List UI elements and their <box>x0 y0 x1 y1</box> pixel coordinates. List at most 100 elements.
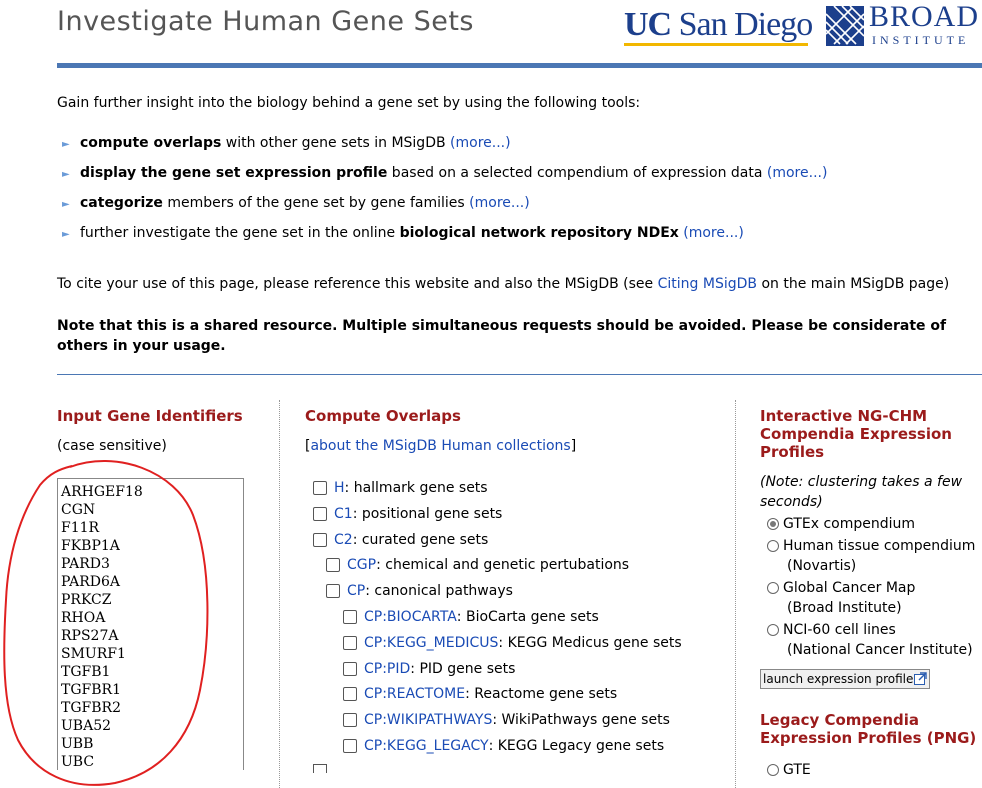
tool-text: with other gene sets in MSigDB <box>221 135 451 151</box>
collection-checkbox[interactable] <box>343 661 357 676</box>
collection-item[interactable]: CGP: chemical and genetic pertubations <box>326 557 629 573</box>
column-separator <box>279 400 280 788</box>
collection-label: : canonical pathways <box>365 583 513 600</box>
collection-code-link[interactable]: H <box>334 480 345 496</box>
tool-item-compute-overlaps: ► compute overlaps with other gene sets i… <box>62 133 827 163</box>
collection-item[interactable]: CP:REACTOME: Reactome gene sets <box>343 686 617 702</box>
clustering-note: (Note: clustering takes a few seconds) <box>760 474 963 510</box>
more-link[interactable]: (more...) <box>450 135 511 151</box>
input-genes-title: Input Gene Identifiers <box>57 407 243 425</box>
collection-checkbox[interactable] <box>343 713 357 728</box>
partial-checkbox[interactable] <box>313 764 327 773</box>
tools-list: ► compute overlaps with other gene sets i… <box>62 133 827 253</box>
column-separator <box>735 400 736 788</box>
tool-text: based on a selected compendium of expres… <box>387 165 767 181</box>
compendium-sublabel: (Novartis) <box>787 558 857 574</box>
compendium-option[interactable]: NCI-60 cell lines (National Cancer Instit… <box>767 620 973 660</box>
radio-button[interactable] <box>767 540 779 552</box>
collection-checkbox[interactable] <box>326 584 340 599</box>
radio-button[interactable] <box>767 764 779 776</box>
collection-checkbox[interactable] <box>343 610 357 624</box>
collection-code-link[interactable]: CP <box>347 583 365 599</box>
broad-logo-text[interactable]: BROAD <box>869 0 979 34</box>
gene-identifier-line: TGFBR2 <box>61 700 121 716</box>
collection-item[interactable]: CP:WIKIPATHWAYS: WikiPathways gene sets <box>343 712 670 728</box>
collection-code-link[interactable]: CP:REACTOME <box>364 686 465 702</box>
gene-identifier-line: UBB <box>61 736 94 752</box>
legacy-profiles-title: Legacy Compendia Expression Profiles (PN… <box>760 711 977 747</box>
tool-bold-label: categorize <box>80 195 163 211</box>
compute-overlaps-title: Compute Overlaps <box>305 407 461 425</box>
bullet-arrow-icon: ► <box>62 229 70 240</box>
radio-button[interactable] <box>767 582 779 594</box>
more-link[interactable]: (more...) <box>683 225 744 241</box>
gene-identifiers-textarea[interactable]: ARHGEF18 CGN F11R FKBP1A PARD3 PARD6A PRKCZ RHO… <box>57 478 244 770</box>
compendium-option[interactable]: Global Cancer Map (Broad Institute) <box>767 578 915 618</box>
gene-identifier-line: PARD3 <box>61 556 110 572</box>
launch-expression-profile-button[interactable]: launch expression profile <box>760 669 931 689</box>
collection-code-link[interactable]: CP:WIKIPATHWAYS <box>364 712 492 728</box>
collection-item[interactable]: CP:KEGG_LEGACY: KEGG Legacy gene sets <box>343 738 664 754</box>
cite-pre: To cite your use of this page, please re… <box>57 276 658 292</box>
tool-item-expression-profile: ► display the gene set expression profile… <box>62 163 827 193</box>
compendium-sublabel: (Broad Institute) <box>787 600 902 616</box>
collection-item[interactable]: C1: positional gene sets <box>313 506 502 522</box>
ucsd-logo[interactable]: UC San Diego <box>624 2 814 48</box>
collection-checkbox[interactable] <box>313 481 327 495</box>
compendium-option[interactable]: GTEx compendium <box>767 514 915 534</box>
collection-code-link[interactable]: C1 <box>334 506 353 522</box>
gene-identifier-line: FKBP1A <box>61 538 120 554</box>
collection-item[interactable]: CP:BIOCARTA: BioCarta gene sets <box>343 609 599 625</box>
legacy-radio-partial[interactable]: GTE <box>767 762 811 778</box>
gene-identifier-line: ARHGEF18 <box>61 484 143 500</box>
collection-code-link[interactable]: CP:BIOCARTA <box>364 609 457 625</box>
collection-item[interactable]: CP:PID: PID gene sets <box>343 661 515 677</box>
tool-item-categorize: ► categorize members of the gene set by g… <box>62 193 827 223</box>
bullet-arrow-icon: ► <box>62 169 70 180</box>
collection-code-link[interactable]: C2 <box>334 532 353 548</box>
more-link[interactable]: (more...) <box>767 165 828 181</box>
collection-code-link[interactable]: CGP <box>347 557 376 573</box>
ucsd-logo-rest: San Diego <box>671 6 814 43</box>
collection-checkbox[interactable] <box>343 635 357 650</box>
compendium-option[interactable]: Human tissue compendium (Novartis) <box>767 536 975 576</box>
collection-label: : hallmark gene sets <box>344 480 488 496</box>
launch-button-label: launch expression profile <box>763 672 914 686</box>
radio-button[interactable] <box>767 624 779 636</box>
cite-text: To cite your use of this page, please re… <box>57 276 949 292</box>
collection-checkbox[interactable] <box>313 506 327 521</box>
tool-text: members of the gene set by gene families <box>162 195 470 211</box>
collection-label: : chemical and genetic pertubations <box>376 557 630 574</box>
more-link[interactable]: (more...) <box>469 195 530 211</box>
ucsd-logo-underline <box>624 43 809 46</box>
collection-code-link[interactable]: CP:KEGG_MEDICUS <box>364 635 498 651</box>
collection-checkbox[interactable] <box>326 558 340 573</box>
collection-label: : WikiPathways gene sets <box>492 712 670 729</box>
header-divider <box>57 63 982 68</box>
collection-checkbox[interactable] <box>343 687 357 702</box>
gene-identifier-line: PARD6A <box>61 574 121 590</box>
broad-logo-mark-icon[interactable] <box>826 6 864 46</box>
collection-code-link[interactable]: CP:PID <box>364 661 410 677</box>
ucsd-logo-uc: UC <box>624 6 672 43</box>
gene-identifier-line: F11R <box>61 520 100 536</box>
collection-item[interactable]: CP:KEGG_MEDICUS: KEGG Medicus gene sets <box>343 635 682 651</box>
cite-post: on the main MSigDB page) <box>757 276 950 292</box>
collection-label: : PID gene sets <box>410 660 516 677</box>
gene-identifier-line: CGN <box>61 502 96 518</box>
about-collections-link[interactable]: about the MSigDB Human collections <box>310 438 570 454</box>
tool-item-ndex: ► further investigate the gene set in the… <box>62 223 827 253</box>
compendium-sublabel: (National Cancer Institute) <box>787 642 973 658</box>
collection-code-link[interactable]: CP:KEGG_LEGACY <box>364 738 489 754</box>
collection-checkbox[interactable] <box>343 739 357 753</box>
intro-text: Gain further insight into the biology be… <box>57 95 641 111</box>
radio-button[interactable] <box>767 518 779 530</box>
collection-item[interactable]: CP: canonical pathways <box>326 583 513 599</box>
compendium-label: Human tissue compendium <box>783 538 976 554</box>
collection-item[interactable]: H: hallmark gene sets <box>313 480 488 496</box>
citing-msigdb-link[interactable]: Citing MSigDB <box>658 276 757 292</box>
collection-label: : curated gene sets <box>352 531 489 548</box>
compendium-label: NCI-60 cell lines <box>783 622 896 638</box>
collection-checkbox[interactable] <box>313 532 327 547</box>
collection-item[interactable]: C2: curated gene sets <box>313 532 488 548</box>
